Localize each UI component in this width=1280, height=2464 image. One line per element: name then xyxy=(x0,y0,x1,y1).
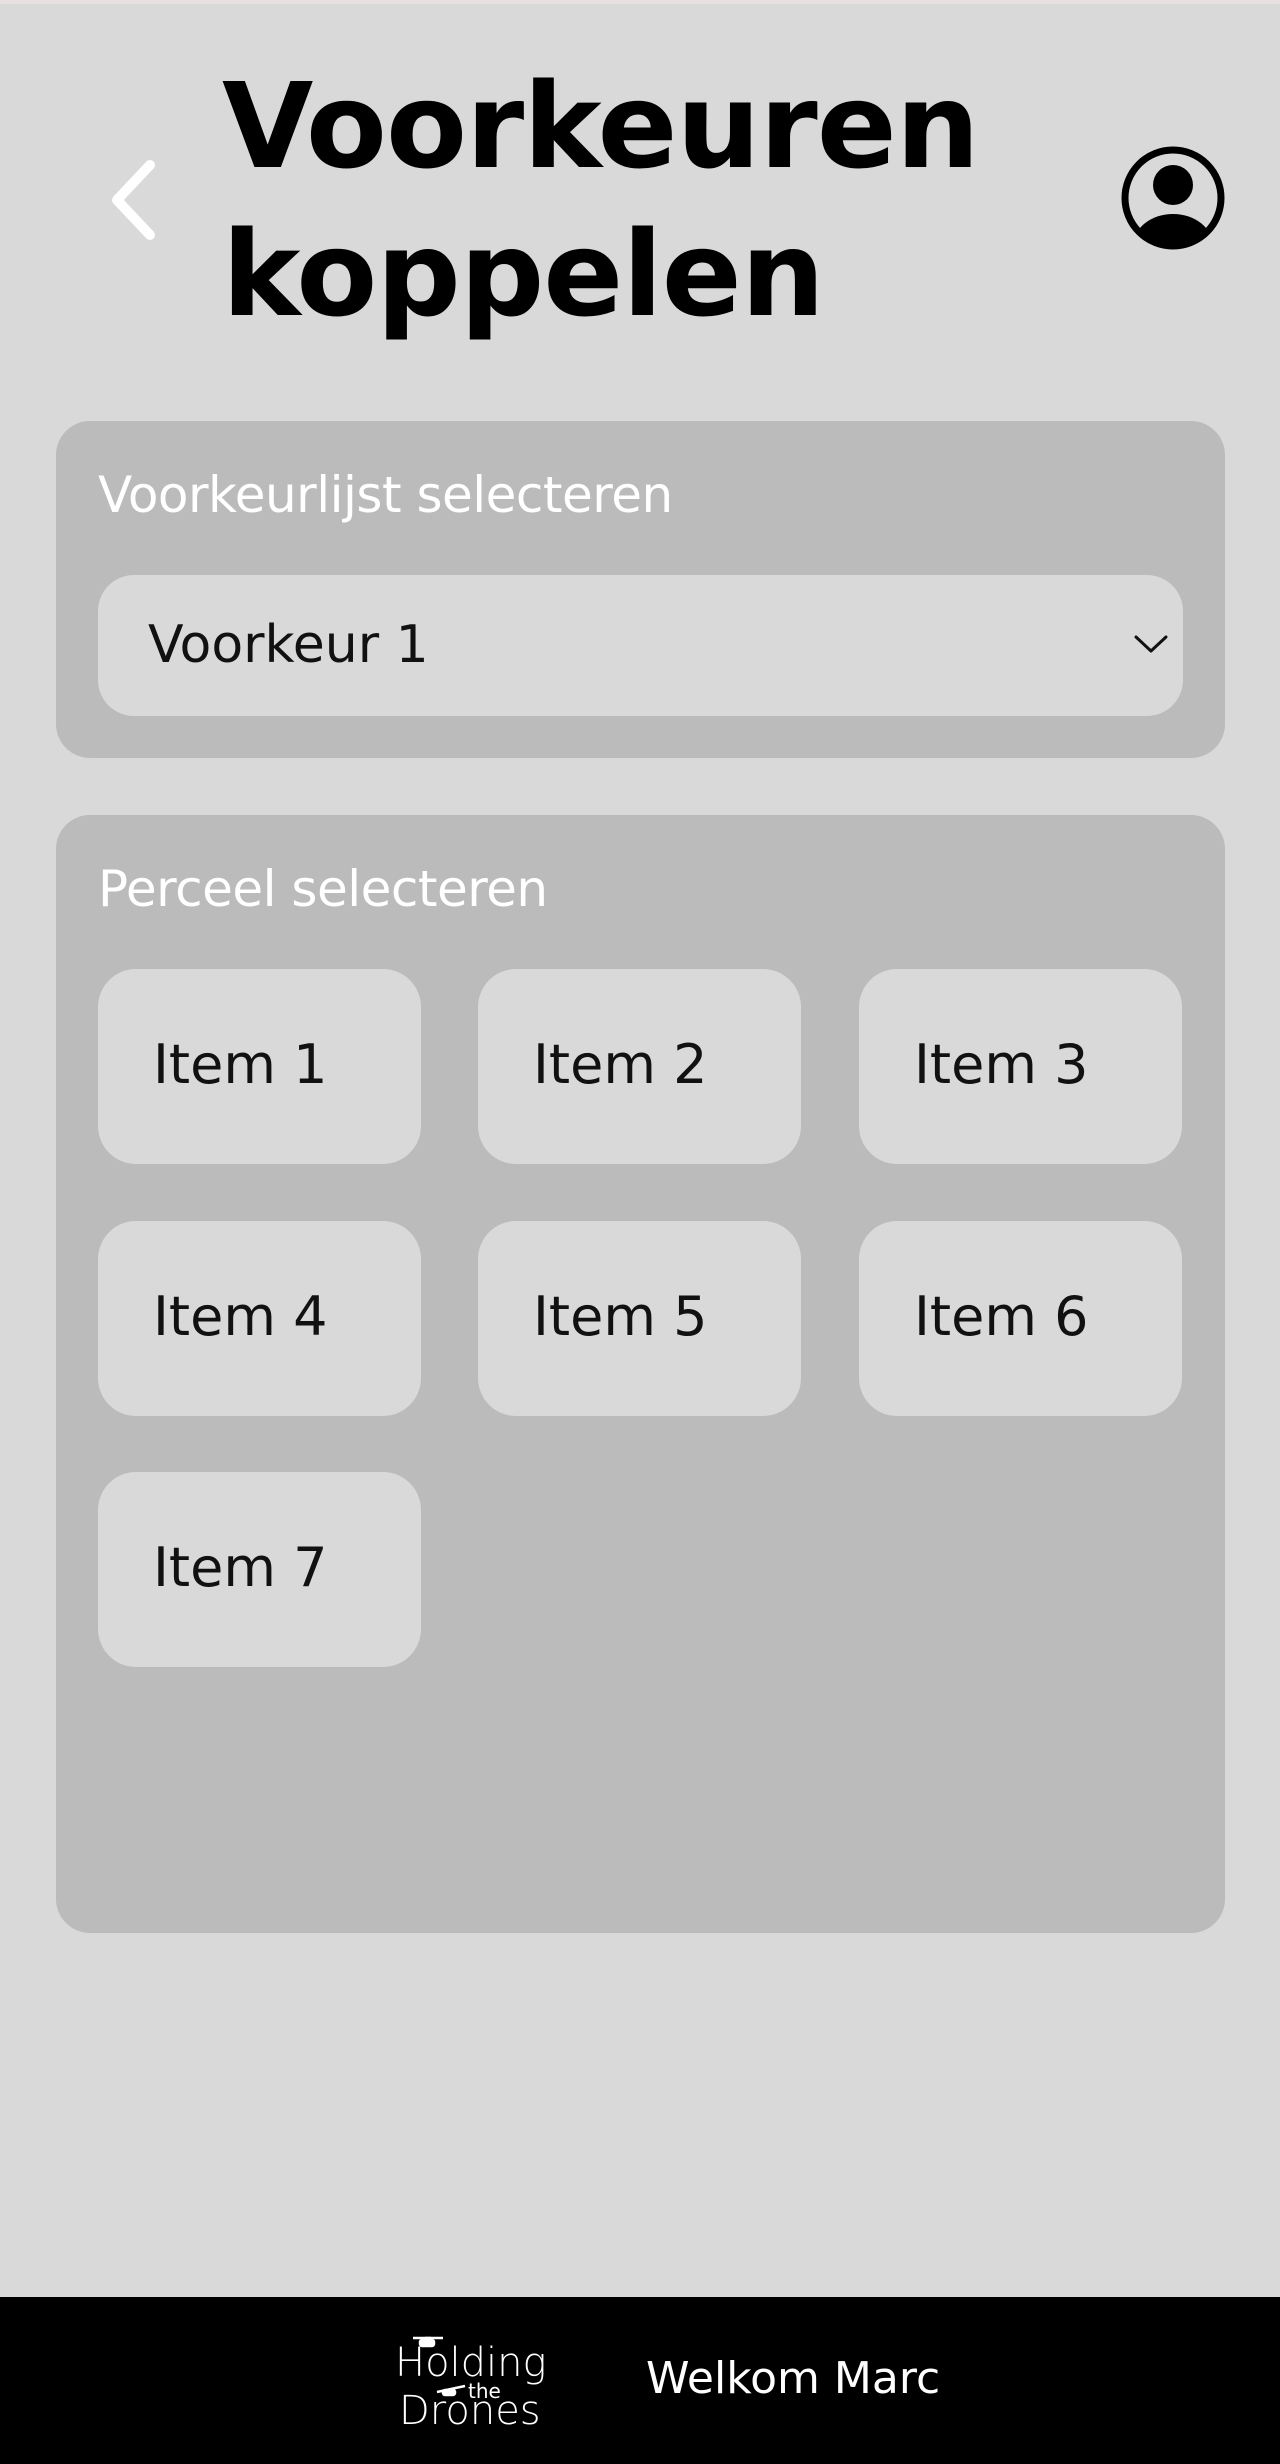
parcel-item-label: Item 3 xyxy=(914,1033,1089,1096)
parcel-item-label: Item 5 xyxy=(533,1285,708,1348)
parcel-item-2[interactable]: Item 2 xyxy=(478,969,801,1164)
parcel-item-label: Item 2 xyxy=(533,1033,708,1096)
parcel-item-label: Item 1 xyxy=(153,1033,328,1096)
parcel-item-label: Item 4 xyxy=(153,1285,328,1348)
welcome-text: Welkom Marc xyxy=(646,2353,941,2404)
parcel-item-1[interactable]: Item 1 xyxy=(98,969,421,1164)
parcel-item-label: Item 6 xyxy=(914,1285,1089,1348)
chevron-left-icon xyxy=(112,160,155,240)
top-divider xyxy=(0,0,1280,4)
back-button[interactable] xyxy=(100,150,180,250)
footer-bar: Holding the Drones Welkom Marc xyxy=(0,2297,1280,2464)
parcel-item-4[interactable]: Item 4 xyxy=(98,1221,421,1416)
parcel-item-5[interactable]: Item 5 xyxy=(478,1221,801,1416)
preference-list-card: Voorkeurlijst selecteren Voorkeur 1 xyxy=(56,421,1225,758)
preference-list-dropdown[interactable]: Voorkeur 1 xyxy=(98,575,1183,716)
parcel-select-card: Perceel selecteren Item 1 Item 2 Item 3 … xyxy=(56,815,1225,1933)
user-circle-icon xyxy=(1121,146,1225,250)
chevron-down-icon xyxy=(1134,635,1168,653)
parcel-item-3[interactable]: Item 3 xyxy=(859,969,1182,1164)
preference-list-label: Voorkeurlijst selecteren xyxy=(98,466,673,524)
dropdown-selected-value: Voorkeur 1 xyxy=(148,615,429,675)
page-title: Voorkeuren koppelen xyxy=(222,57,980,343)
profile-button[interactable] xyxy=(1118,143,1228,253)
holding-the-drones-logo: Holding the Drones xyxy=(395,2336,547,2432)
parcel-select-label: Perceel selecteren xyxy=(98,860,548,918)
parcel-item-6[interactable]: Item 6 xyxy=(859,1221,1182,1416)
parcel-item-label: Item 7 xyxy=(153,1536,328,1599)
svg-text:Drones: Drones xyxy=(399,2388,541,2432)
parcel-item-7[interactable]: Item 7 xyxy=(98,1472,421,1667)
